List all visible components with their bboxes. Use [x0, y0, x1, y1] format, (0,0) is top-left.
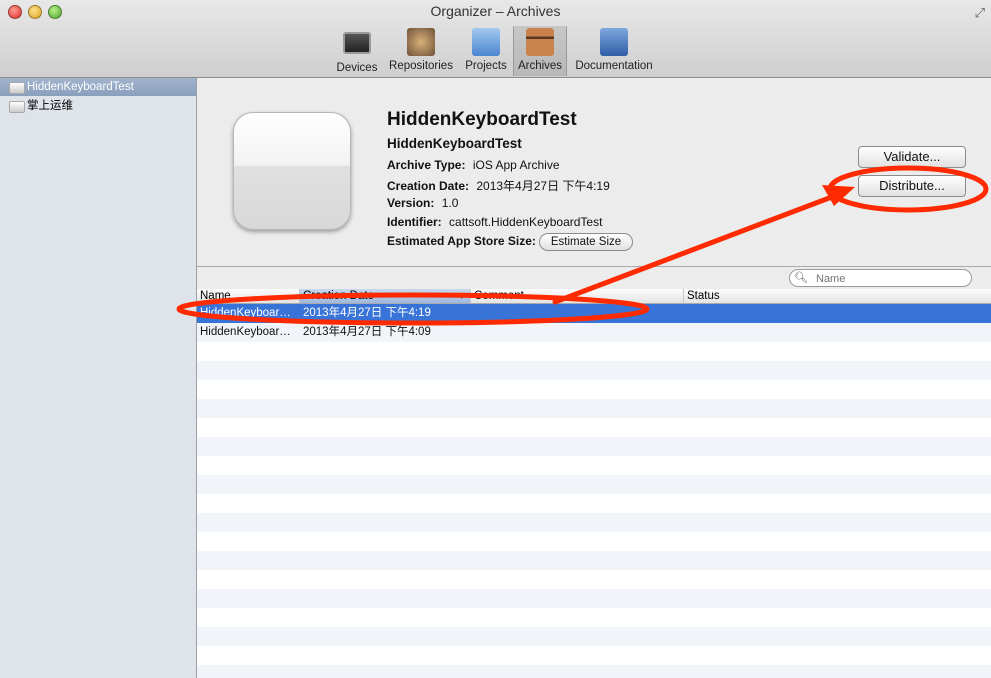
archive-detail: HiddenKeyboardTest HiddenKeyboardTest Ar… — [197, 78, 991, 267]
toolbar-repositories[interactable]: Repositories — [384, 26, 458, 76]
table-header: Name Creation Date ▼ Comment Status — [197, 289, 991, 304]
version-row: Version: 1.0 — [387, 196, 458, 210]
estimate-size-button[interactable]: Estimate Size — [539, 233, 633, 251]
fullscreen-icon[interactable]: ⤢ — [975, 5, 985, 21]
column-header-status[interactable]: Status — [684, 289, 991, 303]
version-label: Version: — [387, 196, 435, 210]
version-value: 1.0 — [441, 196, 459, 210]
toolbar-repositories-label: Repositories — [389, 60, 453, 72]
creation-date-row: Creation Date: 2013年4月27日 下午4:19 — [387, 177, 610, 194]
validate-button[interactable]: Validate... — [858, 146, 966, 168]
app-store-size-label: Estimated App Store Size: — [387, 234, 536, 248]
archive-name: HiddenKeyboardTest — [387, 136, 522, 151]
sidebar-item-app-2[interactable]: 掌上运维 — [0, 97, 196, 115]
table-row[interactable]: HiddenKeyboar… 2013年4月27日 下午4:19 — [197, 304, 991, 323]
cell-creation-date: 2013年4月27日 下午4:19 — [303, 307, 431, 319]
search-field[interactable]: 🔍︎ — [789, 269, 972, 288]
sort-descending-icon: ▼ — [457, 291, 466, 301]
sidebar-item-hiddenkeyboardtest[interactable]: HiddenKeyboardTest — [0, 78, 196, 96]
documentation-icon — [600, 28, 628, 56]
window-title: Organizer – Archives — [430, 3, 561, 19]
toolbar-documentation-label: Documentation — [575, 60, 653, 72]
archive-type-value: iOS App Archive — [472, 158, 560, 172]
toolbar-devices-label: Devices — [336, 62, 378, 74]
app-icon — [9, 82, 25, 94]
identifier-value: cattsoft.HiddenKeyboardTest — [449, 215, 603, 229]
sidebar: HiddenKeyboardTest 掌上运维 — [0, 78, 197, 678]
creation-date-value: 2013年4月27日 下午4:19 — [476, 179, 610, 193]
sidebar-item-label: HiddenKeyboardTest — [27, 81, 134, 93]
table-row[interactable]: HiddenKeyboar… 2013年4月27日 下午4:09 — [197, 323, 991, 342]
creation-date-label: Creation Date: — [387, 179, 470, 193]
toolbar: Organizer – Archives ⤢ Devices Repositor… — [0, 0, 991, 78]
identifier-row: Identifier: cattsoft.HiddenKeyboardTest — [387, 215, 602, 229]
identifier-label: Identifier: — [387, 215, 442, 229]
search-icon: 🔍︎ — [794, 272, 808, 284]
toolbar-projects-label: Projects — [465, 60, 507, 72]
search-input[interactable] — [814, 270, 968, 288]
column-header-creation-date[interactable]: Creation Date ▼ — [300, 289, 471, 303]
app-name-title: HiddenKeyboardTest — [387, 109, 577, 130]
archive-type-row: Archive Type: iOS App Archive — [387, 158, 560, 172]
column-header-comment[interactable]: Comment — [471, 289, 684, 303]
repositories-icon — [407, 28, 435, 56]
distribute-button[interactable]: Distribute... — [858, 175, 966, 197]
cell-name: HiddenKeyboar… — [200, 307, 291, 319]
cell-creation-date: 2013年4月27日 下午4:09 — [303, 326, 431, 338]
devices-icon — [343, 32, 371, 54]
column-header-label: Creation Date — [303, 290, 374, 302]
column-header-name[interactable]: Name — [197, 289, 300, 303]
toolbar-archives[interactable]: Archives — [513, 26, 567, 76]
app-icon-large — [233, 112, 351, 230]
archives-icon — [526, 28, 554, 56]
toolbar-archives-label: Archives — [517, 60, 563, 72]
app-icon — [9, 101, 25, 113]
projects-icon — [472, 28, 500, 56]
archives-table: HiddenKeyboar… 2013年4月27日 下午4:19 HiddenK… — [197, 304, 991, 678]
cell-name: HiddenKeyboar… — [200, 326, 291, 338]
toolbar-documentation[interactable]: Documentation — [570, 26, 658, 76]
sidebar-item-label: 掌上运维 — [27, 100, 73, 112]
app-store-size-row: Estimated App Store Size: — [387, 234, 536, 248]
organizer-window: Organizer – Archives ⤢ Devices Repositor… — [0, 0, 991, 678]
archive-type-label: Archive Type: — [387, 158, 466, 172]
toolbar-devices[interactable]: Devices — [334, 26, 380, 76]
toolbar-projects[interactable]: Projects — [461, 26, 511, 76]
